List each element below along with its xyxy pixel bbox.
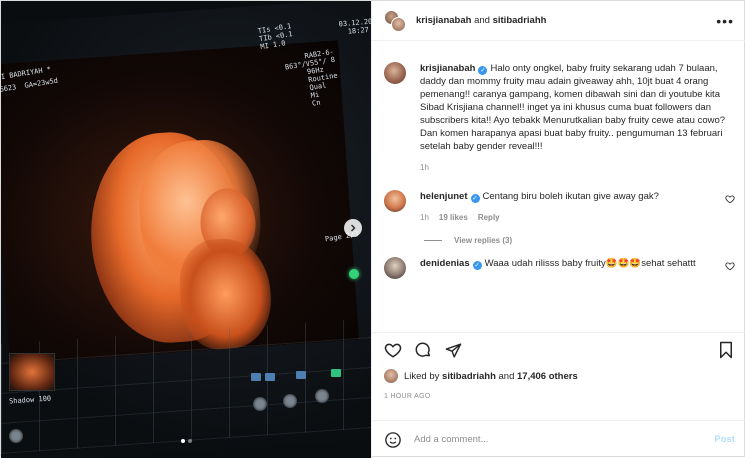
collab-avatars[interactable] — [384, 9, 406, 32]
liked-by-prefix: Liked by — [404, 370, 440, 382]
share-button[interactable] — [444, 341, 462, 359]
post-timestamp[interactable]: 1 HOUR AGO — [384, 393, 735, 400]
post-media[interactable]: . SITI BADRIYAH * 00016623 GA=23w5d TIs … — [1, 1, 371, 458]
carousel-indicator — [181, 439, 192, 443]
liked-by-user-link[interactable]: sitibadriahh — [442, 371, 496, 382]
carousel-dot — [188, 439, 192, 443]
comment-body: helenjunet ✓ Centang biru boleh ikutan giv… — [420, 190, 735, 224]
ultrasound-thumbnail — [9, 353, 55, 391]
like-button[interactable] — [384, 341, 402, 359]
next-slide-button[interactable] — [344, 219, 362, 237]
device-icon — [331, 369, 341, 377]
device-icon — [251, 373, 261, 381]
comment-icon — [415, 342, 431, 357]
comment: denidenias ✓ Waaa udah rilisss baby fruity… — [384, 257, 735, 279]
avatar — [391, 16, 406, 32]
comment-time[interactable]: 1h — [420, 211, 429, 224]
verified-badge-icon: ✓ — [470, 194, 480, 203]
heart-icon — [384, 343, 402, 358]
comment: helenjunet ✓ Centang biru boleh ikutan giv… — [384, 190, 735, 224]
caption-username-link[interactable]: krisjianabah — [420, 63, 475, 74]
liked-by-and: and — [498, 370, 515, 382]
comment-input[interactable] — [414, 434, 715, 445]
reply-button[interactable]: Reply — [478, 211, 500, 224]
device-knob — [9, 429, 23, 443]
device-icon — [296, 371, 306, 379]
liked-by-others-link[interactable]: 17,406 others — [517, 371, 578, 382]
emoji-icon[interactable] — [384, 431, 402, 449]
comment-username-link[interactable]: denidenias — [420, 258, 470, 269]
comment-text: Centang biru boleh ikutan give away gak? — [482, 191, 659, 202]
liked-by: Liked by sitibadriahh and 17,406 others — [384, 369, 735, 383]
comment-button[interactable] — [414, 341, 432, 359]
bookmark-icon — [720, 341, 732, 359]
view-replies-label: View replies (3) — [454, 236, 513, 245]
scan-date: 03.12.20 18:27 — [338, 17, 371, 36]
add-comment-bar: Post — [372, 420, 745, 458]
caption-meta: 1h — [420, 161, 735, 174]
comments-section: krisjianabah ✓ Halo onty ongkel, baby frui… — [372, 52, 745, 332]
device-knob — [253, 397, 267, 411]
avatar[interactable] — [384, 257, 406, 279]
comment-body: denidenias ✓ Waaa udah rilisss baby fruity… — [420, 257, 735, 279]
avatar[interactable] — [384, 190, 406, 212]
post-comment-button[interactable]: Post — [714, 434, 735, 445]
verified-badge-icon: ✓ — [472, 261, 482, 270]
post-authors: krisjianabah and sitibadriahh — [416, 15, 546, 26]
caption-text: Halo onty ongkel, baby fruity sekarang u… — [420, 63, 726, 152]
action-bar — [384, 333, 735, 367]
paper-plane-icon — [445, 342, 461, 358]
caption-body: krisjianabah ✓ Halo onty ongkel, baby frui… — [420, 62, 735, 174]
verified-badge-icon: ✓ — [478, 66, 488, 75]
divider — [424, 240, 442, 241]
more-options-button[interactable]: ••• — [716, 13, 734, 29]
device-knob — [283, 394, 297, 408]
and-text: and — [474, 15, 490, 26]
carousel-dot-active — [181, 439, 185, 443]
post-header: krisjianabah and sitibadriahh ••• — [372, 1, 745, 41]
caption-time[interactable]: 1h — [420, 161, 429, 174]
device-knob — [315, 389, 329, 403]
comment-meta: 1h 19 likes Reply — [420, 211, 735, 224]
save-button[interactable] — [717, 341, 735, 359]
heart-icon[interactable] — [725, 194, 735, 204]
comment-likes[interactable]: 19 likes — [439, 211, 468, 224]
avatar[interactable] — [384, 369, 398, 383]
comment-text: Waaa udah rilisss baby fruity🤩🤩🤩sehat se… — [484, 258, 696, 269]
chevron-right-icon — [351, 224, 356, 232]
coauthor-username-link[interactable]: sitibadriahh — [493, 15, 547, 26]
heart-icon[interactable] — [725, 261, 735, 271]
comment-username-link[interactable]: helenjunet — [420, 191, 468, 202]
author-username-link[interactable]: krisjianabah — [416, 15, 471, 26]
instagram-post: . SITI BADRIYAH * 00016623 GA=23w5d TIs … — [0, 0, 745, 458]
avatar[interactable] — [384, 62, 406, 84]
post-details-panel: krisjianabah and sitibadriahh ••• krisji… — [371, 1, 745, 458]
caption: krisjianabah ✓ Halo onty ongkel, baby frui… — [384, 62, 735, 174]
view-replies-button[interactable]: View replies (3) — [424, 236, 735, 245]
device-indicator-light — [349, 269, 359, 279]
device-icon — [265, 373, 275, 381]
post-actions-area: Liked by sitibadriahh and 17,406 others … — [372, 332, 745, 400]
